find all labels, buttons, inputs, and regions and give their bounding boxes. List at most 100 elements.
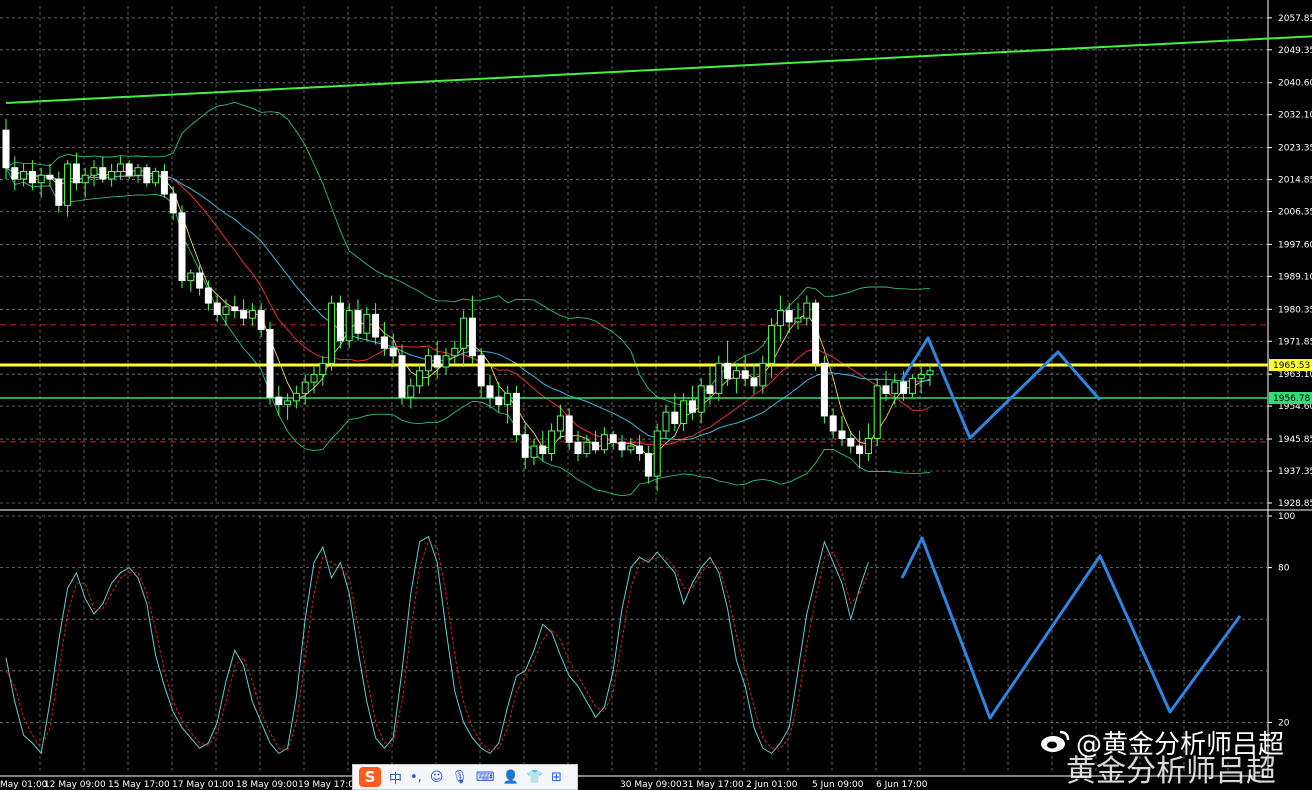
candle-body: [803, 302, 811, 319]
candle-body: [196, 272, 204, 289]
time-label: 6 Jun 17:00: [876, 780, 928, 790]
candle-body: [284, 400, 292, 406]
candle-body: [530, 445, 538, 458]
candle-body: [512, 392, 520, 436]
ime-chinese-toggle[interactable]: 中: [389, 768, 402, 787]
candle-body: [416, 370, 424, 387]
ime-user-icon[interactable]: 👤: [503, 770, 519, 785]
time-label: 30 May 09:00: [620, 780, 682, 790]
candle-body: [882, 385, 890, 394]
watermark-name: 黄金分析师吕超: [1066, 754, 1276, 789]
candle-body: [407, 385, 415, 398]
candle-body: [213, 302, 221, 315]
candle-body: [11, 167, 19, 180]
candle-body: [732, 370, 740, 379]
candle-body: [864, 438, 872, 455]
ime-keyboard-icon[interactable]: ⌨: [476, 770, 495, 785]
price-tick-label: 2032.10: [1278, 111, 1312, 121]
oscillator-axis: 1008020: [1268, 512, 1295, 728]
oscillator-projection: [900, 536, 1242, 720]
candle-body: [812, 302, 820, 364]
price-tick-label: 1980.35: [1278, 305, 1312, 315]
candle-body: [574, 441, 582, 455]
ime-skin-icon[interactable]: 👕: [527, 770, 543, 785]
bollinger-bands: [5, 101, 931, 497]
candle-body: [248, 310, 256, 319]
price-tick-label: 1928.85: [1278, 499, 1312, 509]
candle-body: [688, 400, 696, 413]
candle-body: [108, 170, 116, 180]
candle-body: [908, 377, 916, 394]
candle-body: [178, 212, 186, 282]
ime-logo-icon[interactable]: S: [359, 767, 381, 787]
candle-body: [328, 302, 336, 364]
candle-body: [636, 445, 644, 455]
candle-body: [222, 306, 230, 315]
candle-body: [451, 347, 459, 357]
candle-body: [724, 362, 732, 379]
candle-body: [81, 174, 89, 184]
ime-emoji-icon[interactable]: ☺: [430, 770, 444, 785]
candle-body: [873, 385, 881, 440]
candle-body: [310, 374, 318, 383]
candle-body: [257, 310, 265, 330]
candle-body: [319, 362, 327, 376]
candle-body: [90, 167, 98, 176]
candle-body: [372, 313, 380, 338]
candle-body: [72, 163, 80, 184]
oscillator-tick-label: 80: [1278, 564, 1290, 574]
candle-body: [618, 441, 626, 451]
candle-body: [354, 310, 362, 334]
candle-body: [697, 385, 705, 413]
candle-body: [794, 317, 802, 323]
trendline-line: [5, 35, 1312, 105]
candle-body: [240, 310, 248, 319]
ime-punctuation-toggle[interactable]: •,: [410, 770, 422, 785]
candle-body: [442, 355, 450, 368]
candle-body: [99, 167, 107, 180]
candle-body: [134, 167, 142, 176]
candle-body: [495, 396, 503, 406]
candle-body: [20, 170, 28, 180]
candle-body: [583, 441, 591, 455]
candle-body: [539, 445, 547, 455]
oscillator-projection-path: [900, 536, 1242, 720]
candle-body: [671, 411, 679, 424]
ime-voice-icon[interactable]: 🎙: [451, 770, 468, 785]
candle-body: [301, 381, 309, 394]
price-tick-label: 2057.85: [1278, 14, 1312, 24]
price-tick-label: 1945.85: [1278, 435, 1312, 445]
price-tick-label: 2006.35: [1278, 208, 1312, 218]
candle-body: [653, 430, 661, 477]
candle-body: [556, 415, 564, 432]
time-label: 31 May 17:00: [682, 780, 744, 790]
price-tick-label: 2023.35: [1278, 144, 1312, 154]
band-lower-line: [5, 167, 931, 497]
candle-body: [741, 370, 749, 379]
candle-body: [2, 129, 10, 169]
ime-toolbar[interactable]: S 中 •, ☺ 🎙 ⌨ 👤 👕 ⊞: [352, 764, 578, 790]
candle-body: [266, 328, 274, 398]
candle-body: [627, 445, 635, 451]
candle-body: [486, 385, 494, 398]
price-tick-label: 1989.10: [1278, 272, 1312, 282]
price-tick-label: 2049.35: [1278, 46, 1312, 56]
time-label: May 01:00: [0, 780, 48, 790]
candle-body: [275, 396, 283, 406]
candle-body: [345, 310, 353, 342]
price-axis: 2057.85 2049.35 2040.60 2032.10 2023.35 2014.…: [1268, 14, 1312, 509]
candle-body: [847, 438, 855, 447]
time-label: 19 May 17:00: [298, 780, 360, 790]
candle-body: [204, 287, 212, 304]
oscillator-tick-label: 100: [1278, 512, 1295, 522]
price-tick-label: 2040.60: [1278, 79, 1312, 89]
candle-body: [609, 434, 617, 443]
candle-body: [28, 170, 36, 184]
candle-body: [336, 302, 344, 342]
candle-body: [548, 430, 556, 455]
price-grid: [0, 0, 1312, 777]
price-tick-label: 1997.60: [1278, 240, 1312, 250]
candle-body: [917, 374, 925, 379]
candle-body: [116, 163, 124, 172]
ime-grid-icon[interactable]: ⊞: [551, 770, 562, 785]
